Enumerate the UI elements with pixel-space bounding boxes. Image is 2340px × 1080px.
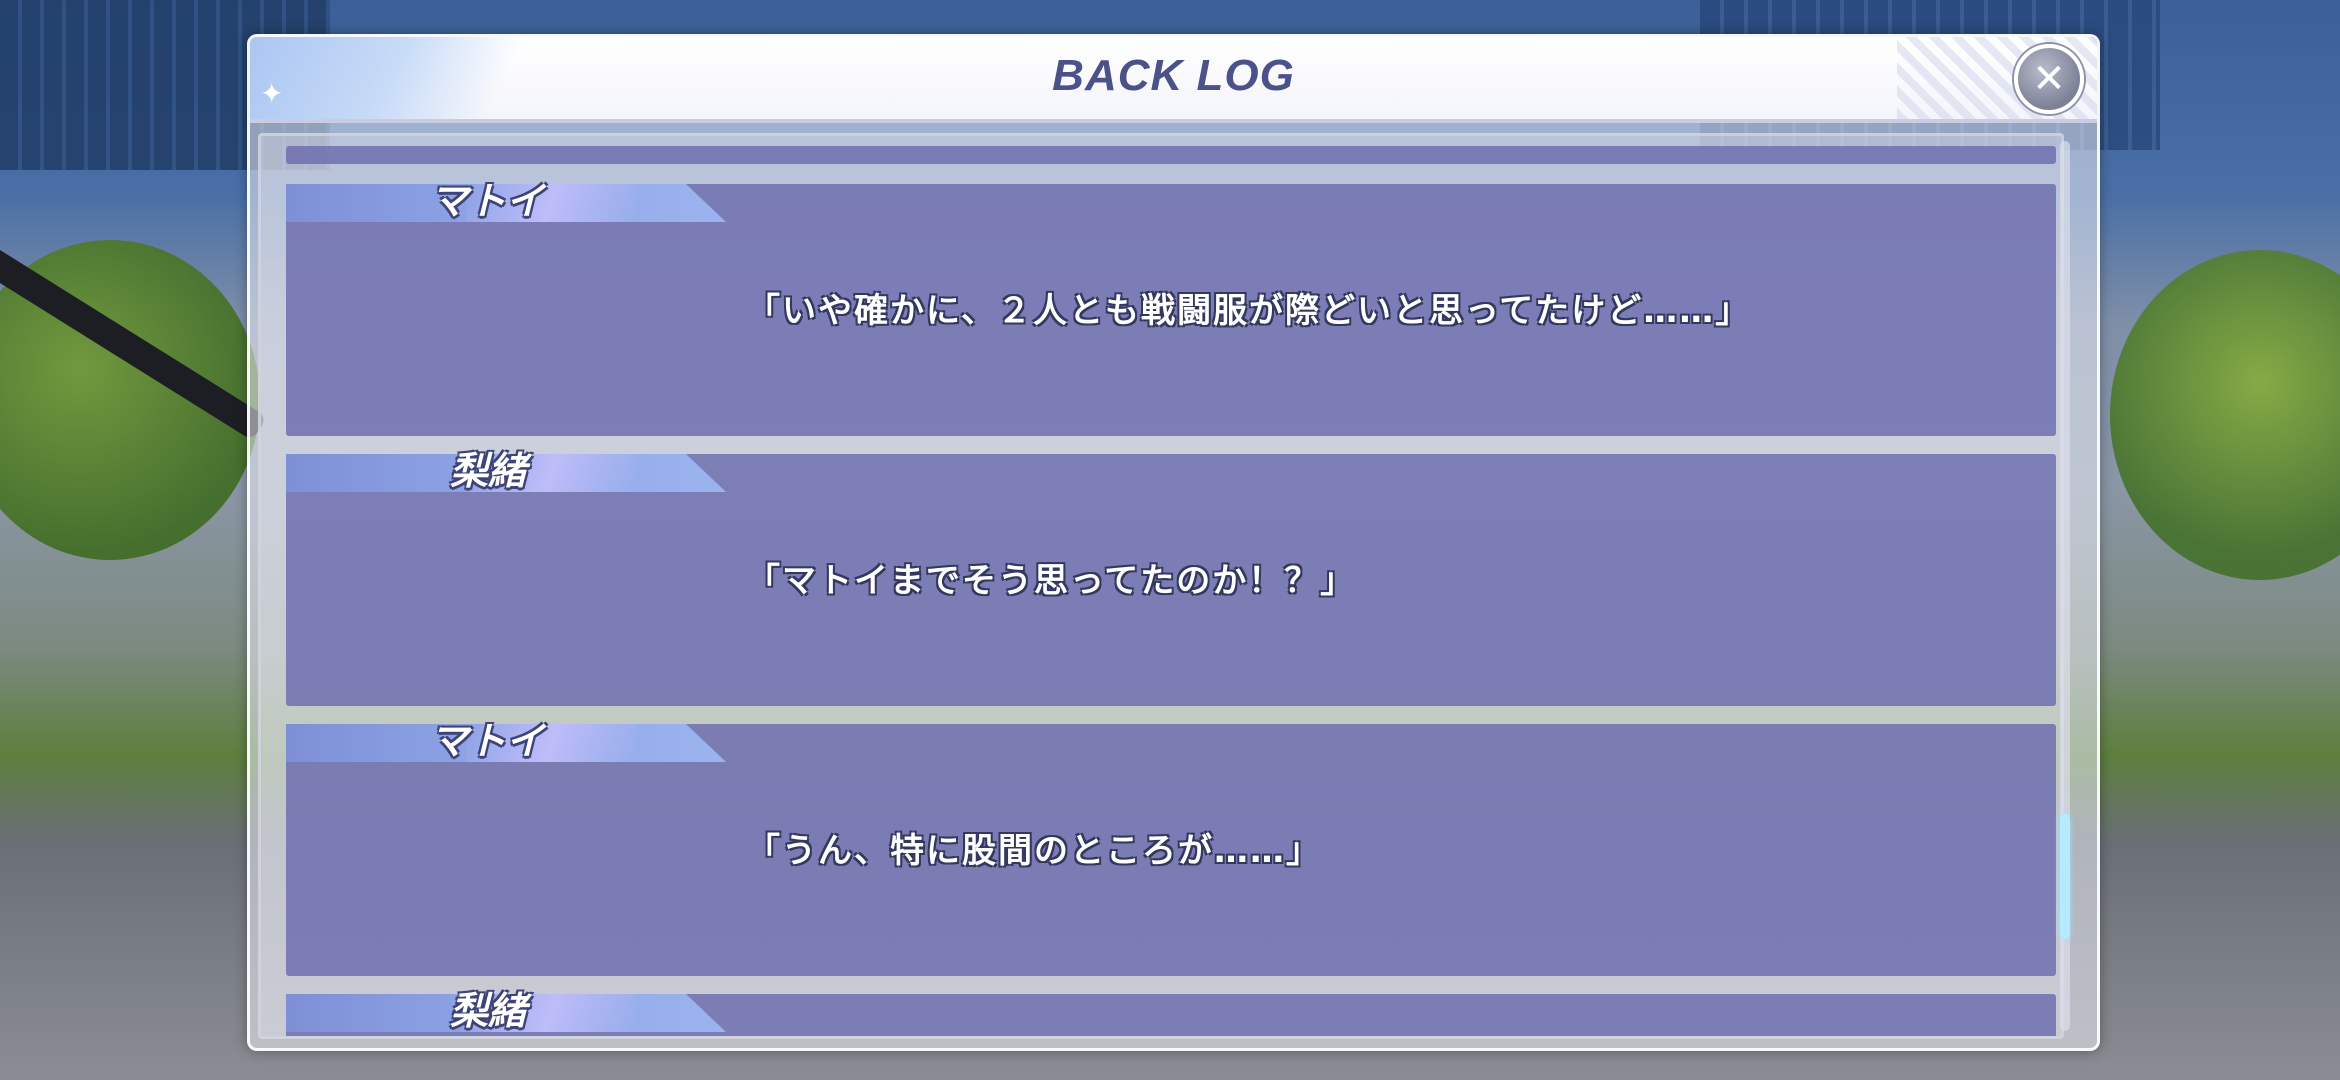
log-entry-text: 「いや確かに、２人とも戦闘服が際どいと思ってたけど……」	[746, 291, 1752, 331]
log-entry: マトイ 「うん、特に股間のところが……」	[286, 719, 2056, 976]
log-entry	[286, 146, 2056, 164]
speaker-name: マトイ	[430, 719, 545, 763]
close-icon: ✕	[2032, 56, 2066, 102]
background-tree-right	[2110, 250, 2340, 580]
log-entry: 梨緒 「マトイまでそう思ってたのか！？」	[286, 449, 2056, 706]
log-entry-text: 「うん、特に股間のところが……」	[746, 831, 1322, 871]
scrollbar-thumb[interactable]	[2060, 814, 2070, 939]
speaker-name: マトイ	[430, 179, 545, 223]
log-entry-text: 「マトイまでそう思ってたのか！？」	[746, 561, 1357, 601]
backlog-window: ✦ BACK LOG ✕ マトイ 「いや確かに、２人とも戦闘服が際どいと思ってた…	[247, 34, 2100, 1051]
backlog-title: BACK LOG	[1052, 51, 1295, 100]
game-background: ✦ BACK LOG ✕ マトイ 「いや確かに、２人とも戦闘服が際どいと思ってた…	[0, 0, 2340, 1080]
backlog-list[interactable]: マトイ 「いや確かに、２人とも戦闘服が際どいと思ってたけど……」 梨緒 「マトイ…	[258, 133, 2064, 1039]
log-entry: 梨緒	[286, 989, 2056, 1036]
speaker-name: 梨緒	[450, 449, 527, 493]
backlog-header: ✦ BACK LOG	[250, 37, 2097, 123]
scrollbar-track[interactable]	[2060, 141, 2070, 1031]
close-button[interactable]: ✕	[2014, 44, 2084, 114]
log-entry: マトイ 「いや確かに、２人とも戦闘服が際どいと思ってたけど……」	[286, 179, 2056, 436]
speaker-name: 梨緒	[450, 989, 527, 1033]
